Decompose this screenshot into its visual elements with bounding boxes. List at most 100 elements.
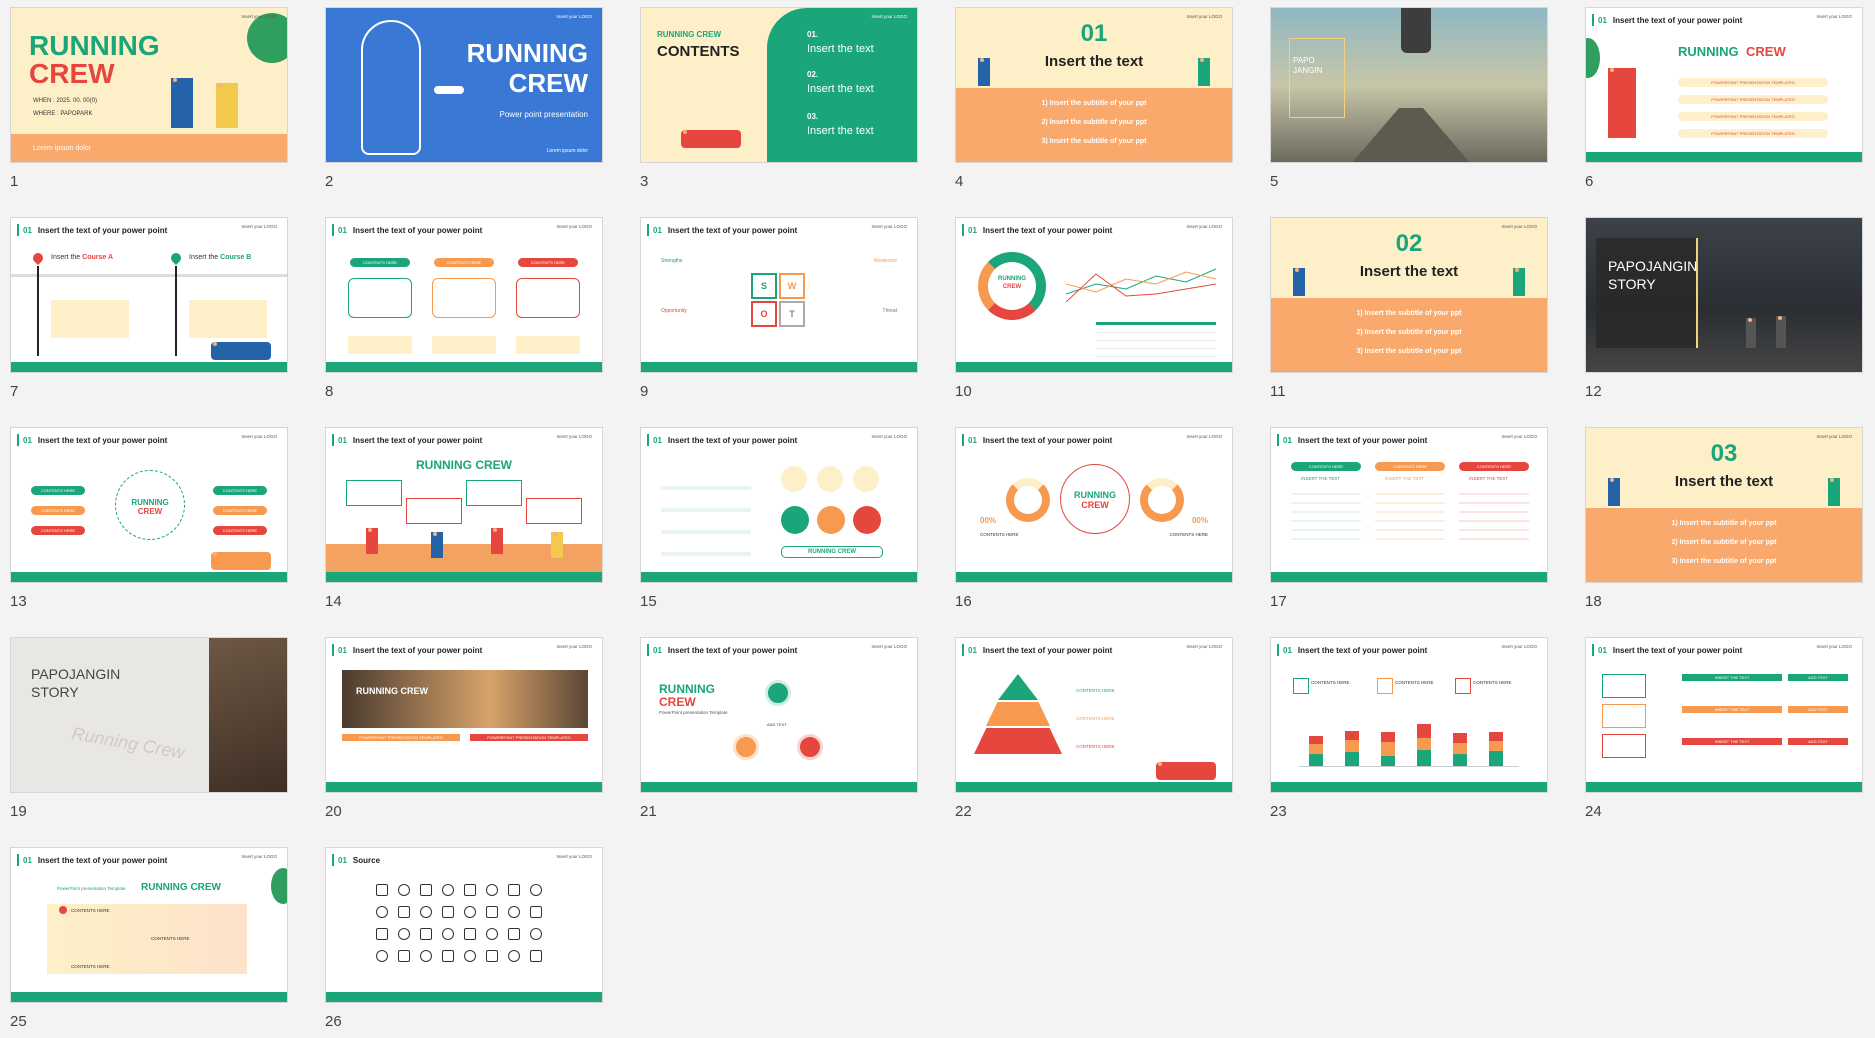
slide21-crew-running: RUNNING [659,682,715,696]
icon-grid [376,884,556,974]
content-box [1602,734,1646,758]
tree-node-group [432,278,496,318]
slide-thumbnail-8[interactable]: 01 Insert the text of your power point In… [325,217,603,373]
chart-icon [1377,678,1393,694]
slide16-crew-crew: CREW [1081,500,1109,510]
slide6-item-3: POWERPOINT PRESENTATION TEMPLATES [1678,112,1828,121]
slide21-center-label: ADD TEXT [767,722,787,727]
slide7-course-a: Insert the Course A [51,254,113,261]
map-pin-icon [168,250,184,266]
slide1-where: WHERE : PAPOPARK [33,111,93,117]
slide-thumbnail-7[interactable]: 01 Insert the text of your power point In… [10,217,288,373]
runner-illustration [491,528,503,554]
slide11-logo: Insert your LOGO [1501,224,1537,229]
slide-thumbnail-1[interactable]: RUNNING CREW WHEN : 2025. 00. 00(0) WHER… [10,7,288,163]
stacked-bar-segment [1381,732,1395,742]
slide-thumbnail-2[interactable]: RUNNING CREW Power point presentation Lo… [325,7,603,163]
slide17-pill-2: CONTENTS HERE [1375,462,1445,471]
slide-thumbnail-25[interactable]: 01 Insert the text of your power point In… [10,847,288,1003]
slide-thumbnail-17[interactable]: 01 Insert the text of your power point In… [1270,427,1548,583]
slide-thumbnail-21[interactable]: 01 Insert the text of your power point In… [640,637,918,793]
slide-green-footer [641,782,917,792]
source-icon [376,906,388,918]
slide23-label-2: CONTENTS HERE [1395,680,1434,685]
slide-thumbnail-15[interactable]: 01 Insert the text of your power point In… [640,427,918,583]
slide24-add-3: ADD TEXT [1788,738,1848,745]
chart-icon [1293,678,1309,694]
slide-number: 1 [10,173,19,190]
stacked-bar-segment [1417,724,1431,738]
slide17-logo: Insert your LOGO [1501,434,1537,439]
content-box [1602,704,1646,728]
slide17-insert-2: INSERT THE TEXT [1385,476,1425,481]
slide12-title-line1: PAPOJANGIN [1608,258,1698,274]
trophy-icon [797,734,823,760]
slide10-header: 01 Insert the text of your power point [961,224,1113,236]
slide-thumbnail-9[interactable]: 01 Insert the text of your power point In… [640,217,918,373]
slide-thumbnail-23[interactable]: 01 Insert the text of your power point In… [1270,637,1548,793]
slide18-logo: Insert your LOGO [1816,434,1852,439]
slide-green-footer [956,572,1232,582]
tree-icon [271,868,287,904]
slide6-item-1: POWERPOINT PRESENTATION TEMPLATES [1678,78,1828,87]
stacked-bar-segment [1381,742,1395,756]
slide-thumbnail-16[interactable]: 01 Insert the text of your power point In… [955,427,1233,583]
slide13-pill-right-2: CONTENTS HERE [213,506,267,515]
slide-thumbnail-5[interactable]: PAPO JANGIN [1270,7,1548,163]
slide-green-footer [326,572,602,582]
slide-thumbnail-20[interactable]: 01 Insert the text of your power point In… [325,637,603,793]
slide11-section-title: Insert the text [1359,263,1459,280]
slide-thumbnail-12[interactable]: PAPOJANGIN STORY [1585,217,1863,373]
slide-thumbnail-14[interactable]: 01 Insert the text of your power point In… [325,427,603,583]
slide8-logo: Insert your LOGO [556,224,592,229]
runner-group-illustration [681,130,741,148]
slide-green-footer [1271,572,1547,582]
stacked-bar-segment [1309,736,1323,744]
slide-green-footer [326,992,602,1002]
slide13-crew-crew: CREW [137,507,163,516]
slide-number: 16 [955,593,972,610]
slide-thumbnail-3[interactable]: RUNNING CREW CONTENTS 01. Insert the tex… [640,7,918,163]
slide-thumbnail-19[interactable]: PAPOJANGIN STORY Running Crew [10,637,288,793]
source-icon [420,928,432,940]
source-icon [442,928,454,940]
slide-thumbnail-4[interactable]: 01 Insert the text 1) Insert the subtitl… [955,7,1233,163]
slide9-label-threat: Threat [882,308,897,314]
slide2-subtitle: Power point presentation [499,110,589,119]
slide-number: 4 [955,173,964,190]
swot-puzzle-o: O [751,301,777,327]
slide-thumbnail-13[interactable]: 01 Insert the text of your power point In… [10,427,288,583]
map-pin-icon [59,906,67,914]
slide-number: 7 [10,383,19,400]
slide21-subtitle: PowerPoint presentation Template [659,710,728,715]
slide5-title-line2: JANGIN [1293,66,1323,75]
slide-thumbnail-11[interactable]: 02 Insert the text 1) Insert the subtitl… [1270,217,1548,373]
slide4-sub-3: 3) Insert the subtitle of your ppt [1041,138,1147,145]
text-list [661,468,751,558]
source-icon [442,884,454,896]
slide18-section-number: 03 [1710,440,1738,467]
flag-banner [346,480,402,506]
slide24-bar-3: INSERT THE TEXT [1682,738,1782,745]
image-placeholder-icon [51,300,129,338]
slide-thumbnail-22[interactable]: 01 Insert the text of your power point In… [955,637,1233,793]
slide-thumbnail-10[interactable]: 01 Insert the text of your power point In… [955,217,1233,373]
slide5-title-line1: PAPO [1293,56,1315,65]
slide22-header: 01 Insert the text of your power point [961,644,1113,656]
stacked-bar-segment [1345,731,1359,740]
runner-illustration [1293,268,1305,296]
slide-thumbnail-18[interactable]: 03 Insert the text 1) Insert the subtitl… [1585,427,1863,583]
slide-thumbnail-26[interactable]: 01 Source Insert your LOGO [325,847,603,1003]
slide-number: 15 [640,593,657,610]
slide-thumbnail-24[interactable]: 01 Insert the text of your power point In… [1585,637,1863,793]
slide-number: 14 [325,593,342,610]
slide-green-footer [956,362,1232,372]
slide-number: 3 [640,173,649,190]
line-chart [1066,268,1216,303]
runner-photo [1746,318,1756,348]
slide24-bar-2: INSERT THE TEXT [1682,706,1782,713]
slide-thumbnail-6[interactable]: 01 Insert the text of your power point In… [1585,7,1863,163]
slide12-title-line2: STORY [1608,276,1656,292]
runner-photo [1776,316,1786,348]
image-placeholder-icon [189,300,267,338]
